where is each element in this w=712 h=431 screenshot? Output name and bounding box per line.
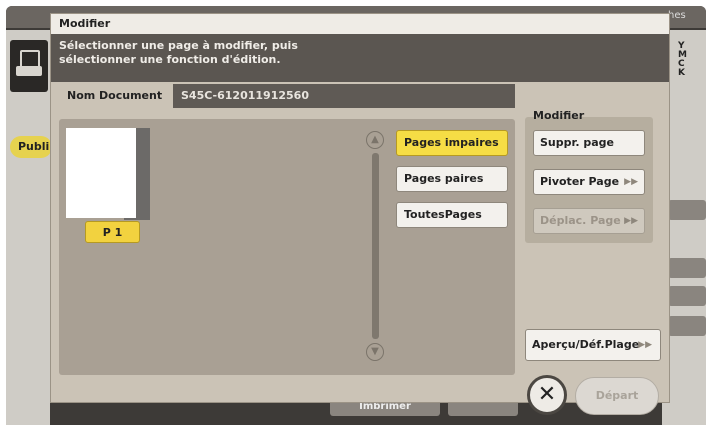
background-right-button[interactable] (668, 200, 706, 220)
dialog-title: Modifier (51, 14, 669, 34)
delete-page-button[interactable]: Suppr. page (533, 130, 645, 156)
background-public-tab[interactable]: Publi (10, 136, 52, 158)
page-thumbnail[interactable] (66, 128, 136, 218)
scrollbar[interactable] (372, 153, 379, 339)
double-chevron-icon: ▶▶ (624, 177, 638, 187)
move-page-button[interactable]: Déplac. Page ▶▶ (533, 208, 645, 234)
modify-dialog: Modifier Sélectionner une page à modifie… (50, 13, 670, 403)
double-chevron-icon: ▶▶ (638, 340, 652, 350)
document-box-icon[interactable] (10, 40, 48, 92)
scroll-down-icon[interactable]: ▼ (366, 343, 384, 361)
toner-level-indicator: Y M C K (678, 41, 687, 78)
modify-panel-title: Modifier (533, 109, 585, 122)
double-chevron-icon: ▶▶ (624, 216, 638, 226)
scroll-up-icon[interactable]: ▲ (366, 131, 384, 149)
all-pages-button[interactable]: ToutesPages (396, 202, 508, 228)
odd-pages-button[interactable]: Pages impaires (396, 130, 508, 156)
page-thumbnail-label[interactable]: P 1 (85, 221, 140, 243)
dialog-instruction: Sélectionner une page à modifier, puis s… (51, 34, 669, 82)
background-right-text: hes (668, 10, 686, 21)
even-pages-button[interactable]: Pages paires (396, 166, 508, 192)
background-right-button[interactable] (668, 286, 706, 306)
rotate-page-button[interactable]: Pivoter Page ▶▶ (533, 169, 645, 195)
document-name-field: S45C-612011912560 (173, 84, 515, 108)
background-right-button[interactable] (668, 258, 706, 278)
close-icon[interactable]: ✕ (527, 375, 567, 415)
preview-range-button[interactable]: Aperçu/Déf.Plage ▶▶ (525, 329, 661, 361)
start-button[interactable]: Départ (575, 377, 659, 415)
background-right-button[interactable] (668, 316, 706, 336)
